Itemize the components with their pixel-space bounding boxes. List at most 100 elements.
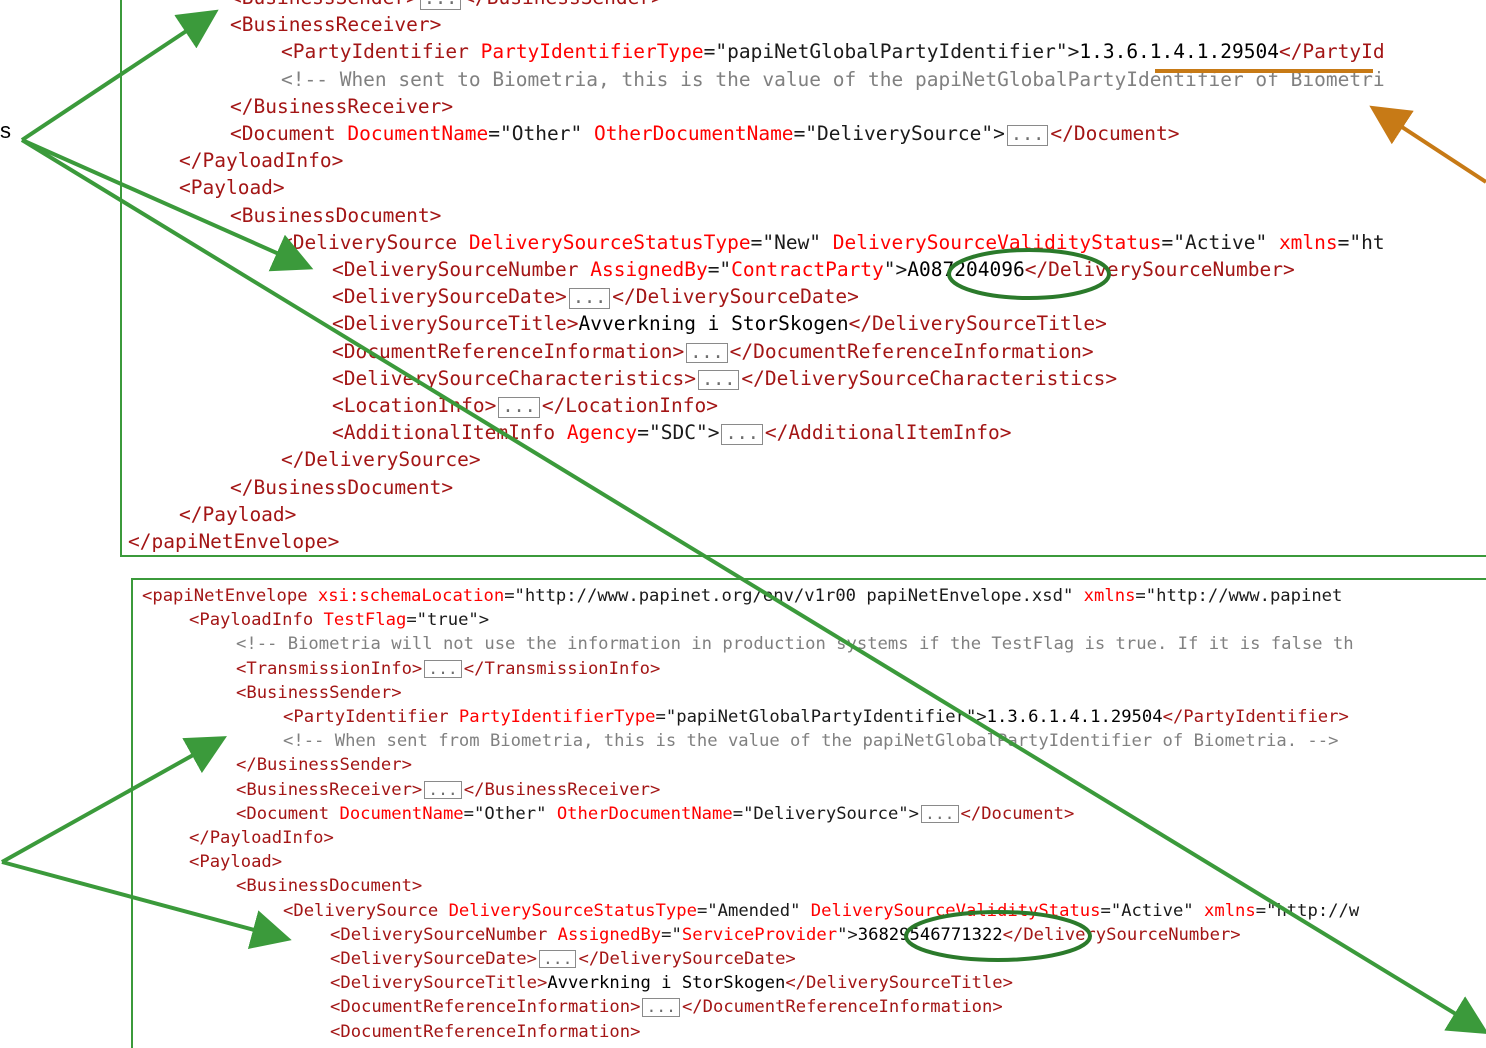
- code-line: <DeliverySource DeliverySourceStatusType…: [283, 899, 1359, 923]
- collapsed-node-toggle[interactable]: ...: [568, 288, 611, 309]
- xml-tag: </DeliverySourceNumber>: [1002, 924, 1241, 945]
- code-line: <papiNetEnvelope xsi:schemaLocation="htt…: [142, 584, 1342, 608]
- xml-attribute: AssignedBy: [590, 258, 708, 281]
- xml-tag: <Document: [236, 803, 340, 824]
- xml-text: A087204096: [907, 258, 1025, 281]
- xml-tag: <Document: [230, 122, 348, 145]
- code-line: <DeliverySourceTitle>Avverkning i StorSk…: [332, 310, 1107, 337]
- xml-attribute: ="DeliverySource">: [732, 803, 919, 824]
- xml-tag: <DeliverySourceCharacteristics>: [332, 366, 696, 390]
- code-line: <!-- Biometria will not use the informat…: [236, 632, 1354, 656]
- xml-tag: <DocumentReferenceInformation>: [330, 997, 641, 1018]
- xml-tag: <BusinessSender>: [236, 682, 402, 703]
- code-line: </BusinessDocument>: [230, 474, 453, 501]
- xml-attribute: ="DeliverySource">: [793, 122, 1005, 145]
- code-line: <!-- When sent from Biometria, this is t…: [283, 729, 1338, 753]
- xml-tag: <BusinessSender>: [230, 0, 418, 9]
- xml-attribute: papiNetGlobalPartyIdentifier: [727, 40, 1056, 64]
- code-line: <PayloadInfo TestFlag="true">: [189, 608, 489, 632]
- collapsed-node-toggle[interactable]: ...: [721, 424, 763, 445]
- collapsed-node-toggle[interactable]: ...: [686, 342, 728, 364]
- xml-attribute: ="Other": [488, 122, 594, 145]
- xml-text: 1.3.6.1.4.1.29504: [986, 707, 1163, 727]
- collapsed-node-toggle[interactable]: ...: [419, 0, 462, 10]
- xml-text: Avverkning i StorSkogen: [578, 312, 849, 336]
- collapsed-node-toggle[interactable]: ...: [538, 950, 577, 969]
- xml-tag: </BusinessSender>: [463, 0, 663, 9]
- xml-tag: </PartyIdentifier>: [1162, 707, 1349, 727]
- xml-tag: <LocationInfo>: [332, 394, 497, 417]
- xml-attribute: ="Other": [463, 803, 557, 824]
- xml-tag: </DeliverySourceTitle>: [848, 312, 1107, 336]
- xml-attribute: =": [703, 40, 728, 64]
- xml-attribute: OtherDocumentName: [593, 122, 794, 145]
- xml-attribute: ">: [883, 258, 908, 281]
- xml-tag: <DeliverySourceDate>: [330, 949, 537, 969]
- code-line: </PayloadInfo>: [179, 147, 343, 174]
- xml-attribute: ContractParty: [731, 258, 884, 281]
- xml-tag: </DeliverySourceDate>: [612, 285, 859, 309]
- code-line: <DocumentReferenceInformation>: [330, 1020, 640, 1044]
- xml-tag: </Payload>: [179, 502, 297, 526]
- code-line: <BusinessSender>: [236, 681, 402, 705]
- collapsed-node-toggle[interactable]: ...: [921, 804, 959, 824]
- code-line: <DeliverySourceNumber AssignedBy="Servic…: [330, 923, 1241, 947]
- code-line: <BusinessDocument>: [230, 202, 441, 229]
- xml-tag: <DeliverySource: [283, 900, 449, 921]
- xml-tag: <DeliverySourceDate>: [332, 285, 567, 309]
- xml-comment: <!-- When sent to Biometria, this is the…: [281, 67, 1385, 91]
- collapsed-node-toggle[interactable]: ...: [424, 659, 462, 678]
- xml-attribute: ="ht: [1337, 230, 1385, 254]
- xml-tag: </DeliverySourceCharacteristics>: [741, 366, 1118, 390]
- xml-tag: </DocumentReferenceInformation>: [681, 997, 1003, 1018]
- xml-tag: </AdditionalItemInfo>: [764, 421, 1012, 445]
- xml-attribute: ="http://www.papinet.org/env/v1r00 papiN…: [504, 586, 1084, 606]
- code-line: </PayloadInfo>: [189, 826, 334, 850]
- code-line: <DeliverySourceTitle>Avverkning i StorSk…: [330, 971, 1013, 995]
- xml-attribute: xmlns: [1083, 586, 1136, 606]
- xml-tag: <DocumentReferenceInformation>: [330, 1021, 641, 1042]
- collapsed-node-toggle[interactable]: ...: [697, 369, 740, 391]
- xml-tag: </PayloadInfo>: [179, 149, 344, 173]
- xml-attribute: DeliverySourceStatusType: [468, 230, 751, 254]
- xml-tag: <DeliverySourceNumber: [330, 924, 558, 945]
- xml-tag: </BusinessReceiver>: [463, 779, 661, 800]
- xml-attribute: ="http://www.papinet: [1135, 586, 1343, 606]
- xml-attribute: xmlns: [1278, 230, 1338, 254]
- xml-attribute: ="Active": [1100, 900, 1204, 921]
- collapsed-node-toggle[interactable]: ...: [642, 998, 680, 1017]
- collapsed-node-toggle[interactable]: ...: [424, 780, 462, 799]
- xml-attribute: ="Active": [1161, 230, 1279, 254]
- xml-comment: <!-- When sent from Biometria, this is t…: [283, 731, 1339, 752]
- code-line: <AdditionalItemInfo Agency="SDC">... </Ad…: [332, 419, 1011, 446]
- xml-tag: <Payload>: [179, 176, 285, 200]
- xml-tag: </DeliverySource>: [281, 448, 481, 472]
- xml-tag: <PartyIdentifier: [283, 707, 459, 727]
- xml-comment: <!-- Biometria will not use the informat…: [236, 634, 1354, 655]
- xml-tag: <DocumentReferenceInformation>: [332, 339, 685, 363]
- xml-tag: <DeliverySourceTitle>: [332, 312, 579, 336]
- xml-attribute: DeliverySourceValidityStatus: [832, 230, 1162, 254]
- xml-tag: <BusinessDocument>: [236, 876, 423, 897]
- xml-attribute: =": [661, 924, 682, 945]
- xml-text: 36829546771322: [857, 924, 1003, 945]
- xml-tag: </BusinessDocument>: [230, 475, 454, 499]
- code-line: <PartyIdentifier PartyIdentifierType="pa…: [281, 38, 1385, 65]
- xml-tag: <BusinessReceiver>: [230, 13, 442, 37]
- collapsed-node-toggle[interactable]: ...: [1006, 125, 1049, 146]
- xml-tag: </DocumentReferenceInformation>: [729, 339, 1094, 363]
- code-line: <DeliverySource DeliverySourceStatusType…: [281, 229, 1385, 256]
- code-line: <LocationInfo>... </LocationInfo>: [332, 392, 718, 419]
- xml-tag: </TransmissionInfo>: [463, 658, 661, 679]
- code-line: </Payload>: [179, 501, 296, 528]
- xml-editor-panel-bottom: <papiNetEnvelope xsi:schemaLocation="htt…: [131, 578, 1486, 1048]
- code-line: <BusinessReceiver>... </BusinessReceiver>: [236, 778, 660, 802]
- code-line: <Payload>: [179, 174, 285, 201]
- collapsed-node-toggle[interactable]: ...: [498, 397, 540, 418]
- xml-tag: </BusinessSender>: [236, 755, 412, 776]
- xml-tag: </PartyId: [1278, 40, 1385, 64]
- code-line: </BusinessSender>: [236, 753, 412, 777]
- xml-tag: </LocationInfo>: [541, 394, 718, 417]
- xml-text: 1.3.6.1.4.1.29504: [1079, 40, 1279, 64]
- code-line: <DeliverySourceCharacteristics>... </Deli…: [332, 365, 1117, 392]
